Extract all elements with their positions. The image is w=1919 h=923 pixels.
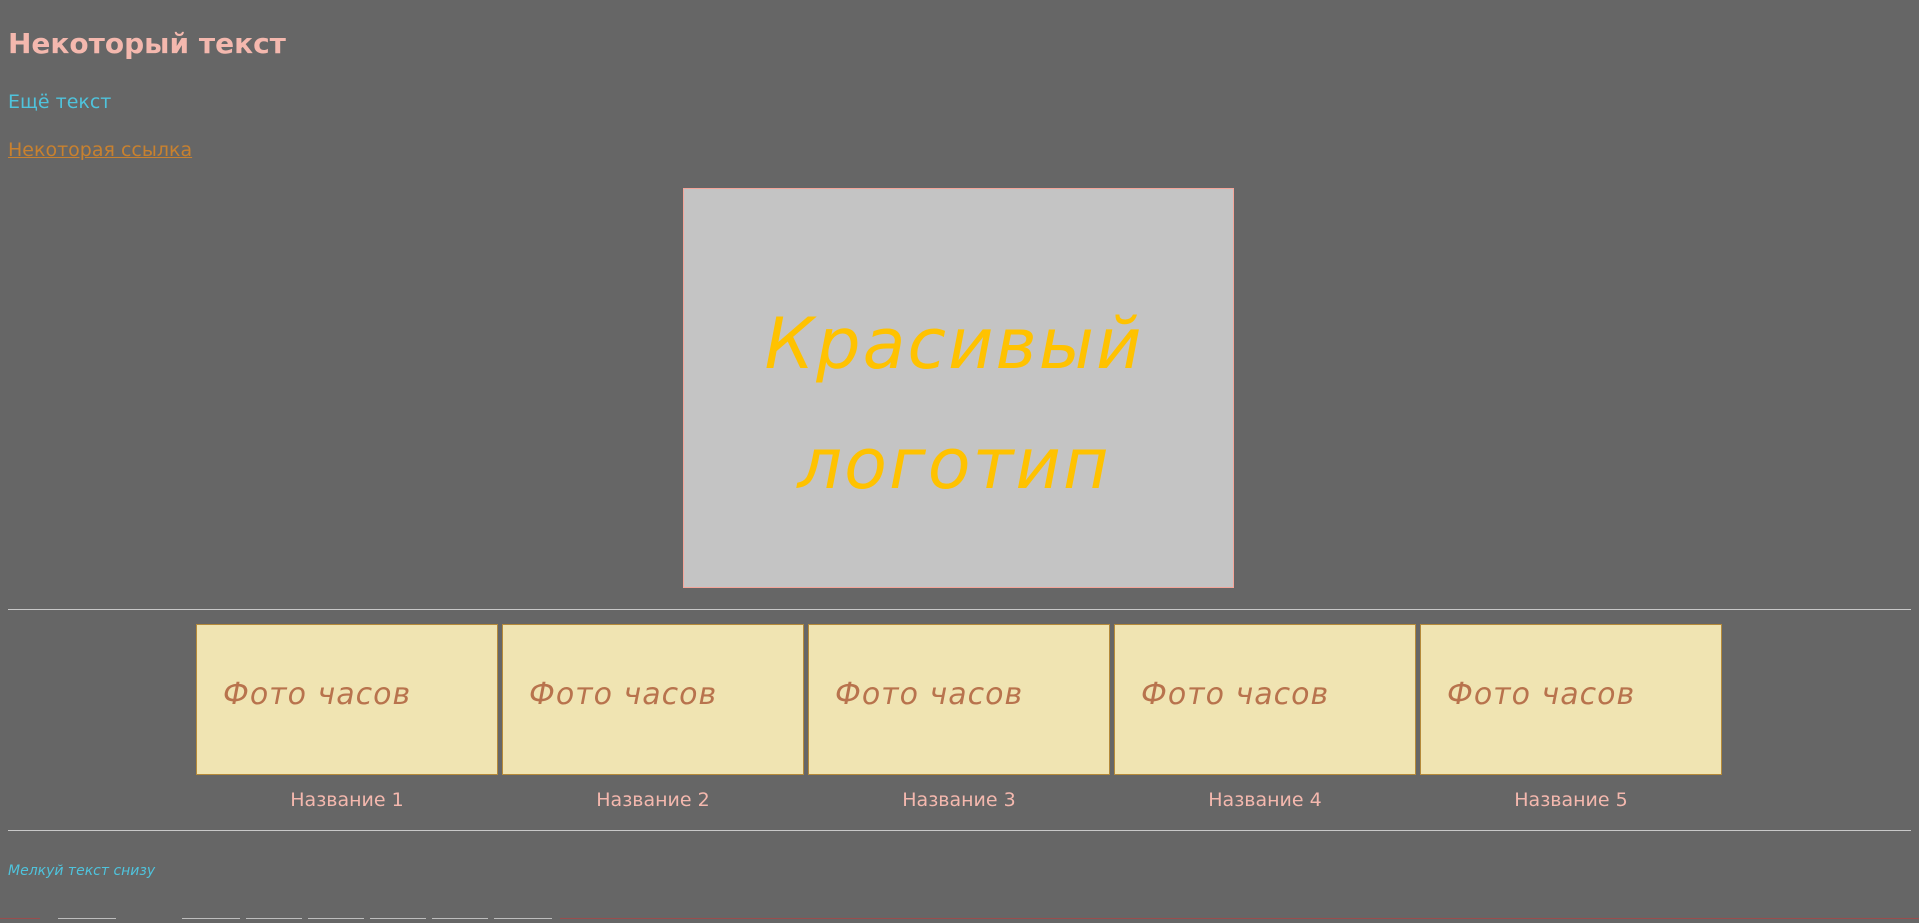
watch-photo[interactable]: Фото часов: [196, 624, 498, 775]
card-caption: Название 5: [1514, 789, 1628, 811]
divider-top: [8, 609, 1911, 610]
photo-placeholder-text: Фото часов: [529, 677, 718, 712]
photo-placeholder-text: Фото часов: [1447, 677, 1636, 712]
card-caption: Название 4: [1208, 789, 1322, 811]
gallery-card: Фото часов Название 5: [1420, 624, 1722, 811]
footer-small-text: Мелкуй текст снизу: [8, 863, 156, 879]
logo-text-line2: логотип: [797, 423, 1111, 505]
watch-gallery: Фото часов Название 1 Фото часов Названи…: [196, 624, 1722, 811]
gallery-card: Фото часов Название 3: [808, 624, 1110, 811]
watch-photo[interactable]: Фото часов: [1420, 624, 1722, 775]
logo-text: Красивый логотип: [724, 284, 1184, 524]
subtitle-text: Ещё текст: [8, 91, 112, 113]
some-link[interactable]: Некоторая ссылка: [8, 138, 192, 162]
photo-placeholder-text: Фото часов: [223, 677, 412, 712]
logo-text-line1: Красивый: [764, 303, 1144, 385]
photo-placeholder-text: Фото часов: [835, 677, 1024, 712]
card-caption: Название 3: [902, 789, 1016, 811]
divider-bottom: [8, 830, 1911, 831]
gallery-card: Фото часов Название 4: [1114, 624, 1416, 811]
watch-photo[interactable]: Фото часов: [1114, 624, 1416, 775]
gallery-card: Фото часов Название 2: [502, 624, 804, 811]
gallery-card: Фото часов Название 1: [196, 624, 498, 811]
bottom-edge-strip: [0, 918, 1919, 923]
logo-image: Красивый логотип: [683, 188, 1234, 588]
page-title: Некоторый текст: [8, 27, 286, 60]
card-caption: Название 2: [596, 789, 710, 811]
watch-photo[interactable]: Фото часов: [502, 624, 804, 775]
photo-placeholder-text: Фото часов: [1141, 677, 1330, 712]
watch-photo[interactable]: Фото часов: [808, 624, 1110, 775]
card-caption: Название 1: [290, 789, 404, 811]
